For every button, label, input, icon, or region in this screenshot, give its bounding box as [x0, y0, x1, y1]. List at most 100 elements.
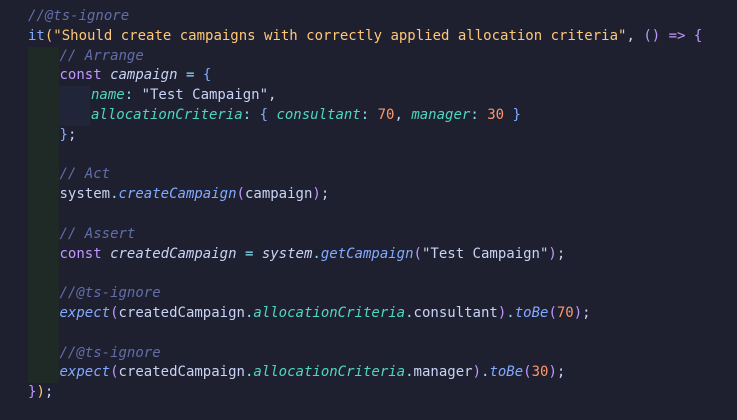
code-line[interactable]: expect(createdCampaign.allocationCriteri… [0, 303, 737, 324]
code-line[interactable]: const campaign = { [0, 66, 737, 87]
code-token: createdCampaign [110, 245, 237, 262]
code-token: . [312, 245, 321, 262]
code-token: ( [523, 364, 532, 381]
code-line[interactable]: const createdCampaign = system.getCampai… [0, 244, 737, 265]
code-line[interactable]: //@ts-ignore [0, 284, 737, 304]
code-token: ) [312, 186, 321, 203]
code-line-content [28, 147, 60, 163]
code-token: ) [472, 364, 481, 381]
code-token: //@ts-ignore [59, 285, 161, 302]
code-line-content: const campaign = { [28, 67, 212, 84]
code-line-content [28, 325, 60, 341]
code-token: campaign [244, 186, 313, 203]
code-line-content: // Assert [28, 226, 136, 242]
code-token: //@ts-ignore [59, 344, 161, 361]
code-token: expect [59, 364, 111, 381]
code-token: ( [413, 245, 422, 262]
code-token: name [91, 87, 125, 104]
code-token: , [394, 106, 412, 123]
code-token: "Should create campaigns with correctly … [53, 27, 627, 44]
code-line[interactable]: it("Should create campaigns with correct… [0, 27, 737, 47]
code-token: : [242, 106, 260, 123]
code-token: ( [548, 304, 557, 321]
code-editor[interactable]: //@ts-ignore it("Should create campaigns … [0, 0, 737, 420]
code-token: 70 [377, 106, 395, 123]
code-token: : [124, 87, 142, 104]
code-line[interactable]: //@ts-ignore [0, 343, 737, 364]
code-token: . [110, 186, 119, 203]
code-token: ) [36, 384, 45, 401]
code-token: // Act [59, 166, 111, 183]
code-line-content: const createdCampaign = system.getCampai… [28, 245, 566, 262]
code-token: it [28, 27, 45, 44]
code-token: system [261, 245, 313, 262]
code-token: . [405, 364, 414, 381]
code-line-content: //@ts-ignore [28, 285, 161, 301]
code-token: . [506, 304, 515, 321]
code-token: { [202, 67, 212, 84]
code-token: () [643, 27, 661, 44]
code-token: 70 [556, 304, 574, 321]
code-token: { [259, 106, 277, 123]
code-token: toBe [489, 364, 524, 381]
code-line[interactable]: allocationCriteria: { consultant: 70, ma… [0, 105, 737, 126]
code-line[interactable]: }; [0, 125, 737, 146]
code-token: { [693, 27, 703, 44]
code-token: const [59, 245, 111, 262]
code-token: toBe [514, 304, 549, 321]
code-line[interactable]: expect(createdCampaign.allocationCriteri… [0, 363, 737, 384]
code-token: ( [236, 186, 245, 203]
code-token: // Arrange [59, 47, 144, 64]
code-token: getCampaign [320, 245, 414, 262]
code-token: "Test Campaign" [421, 245, 549, 262]
code-token: createdCampaign [118, 304, 245, 321]
code-line[interactable] [0, 264, 737, 285]
code-token: ) [573, 304, 583, 321]
code-token: ) [548, 364, 557, 381]
code-token: : [360, 106, 378, 123]
code-line[interactable]: system.createCampaign(campaign); [0, 185, 737, 205]
code-token: manager [411, 106, 471, 123]
code-token: ( [110, 304, 119, 321]
code-line-content: expect(createdCampaign.allocationCriteri… [28, 305, 591, 321]
code-line[interactable] [0, 323, 737, 344]
code-token: 30 [487, 106, 505, 123]
code-token: ; [44, 384, 54, 401]
code-line-content: it("Should create campaigns with correct… [28, 28, 702, 44]
code-token: : [470, 106, 488, 123]
code-token: } [59, 126, 68, 143]
code-token: } [504, 106, 521, 123]
code-token: const [59, 67, 111, 84]
code-token: allocationCriteria [91, 106, 243, 123]
code-token: expect [59, 304, 111, 321]
code-line-content: allocationCriteria: { consultant: 70, ma… [28, 107, 521, 123]
code-token: consultant [276, 106, 361, 123]
code-token: "Test Campaign" [141, 87, 269, 104]
code-token: 30 [531, 364, 549, 381]
code-token: = [177, 67, 203, 84]
code-token: , [268, 87, 277, 104]
code-token: consultant [413, 304, 498, 321]
code-line[interactable]: // Assert [0, 224, 737, 245]
code-token: campaign [110, 67, 178, 84]
code-token: ; [556, 245, 566, 262]
code-token: allocationCriteria [253, 304, 406, 321]
code-line[interactable] [0, 145, 737, 166]
code-line-content: name: "Test Campaign", [28, 87, 276, 103]
code-line[interactable]: // Act [0, 165, 737, 186]
code-token: ; [320, 186, 330, 203]
code-line-content: //@ts-ignore [28, 8, 129, 24]
code-line-content: }); [28, 384, 53, 400]
code-line[interactable] [0, 204, 737, 225]
code-token: , [626, 27, 644, 44]
code-line-content [28, 206, 60, 222]
code-line[interactable]: }); [0, 383, 737, 403]
code-line[interactable]: // Arrange [0, 46, 737, 67]
code-token: manager [413, 364, 473, 381]
code-line[interactable]: //@ts-ignore [0, 7, 737, 27]
code-token: => [660, 27, 694, 44]
code-line-content: // Arrange [28, 48, 144, 64]
code-line-content [28, 265, 60, 281]
code-line[interactable]: name: "Test Campaign", [0, 86, 737, 106]
code-token: = [236, 245, 262, 262]
